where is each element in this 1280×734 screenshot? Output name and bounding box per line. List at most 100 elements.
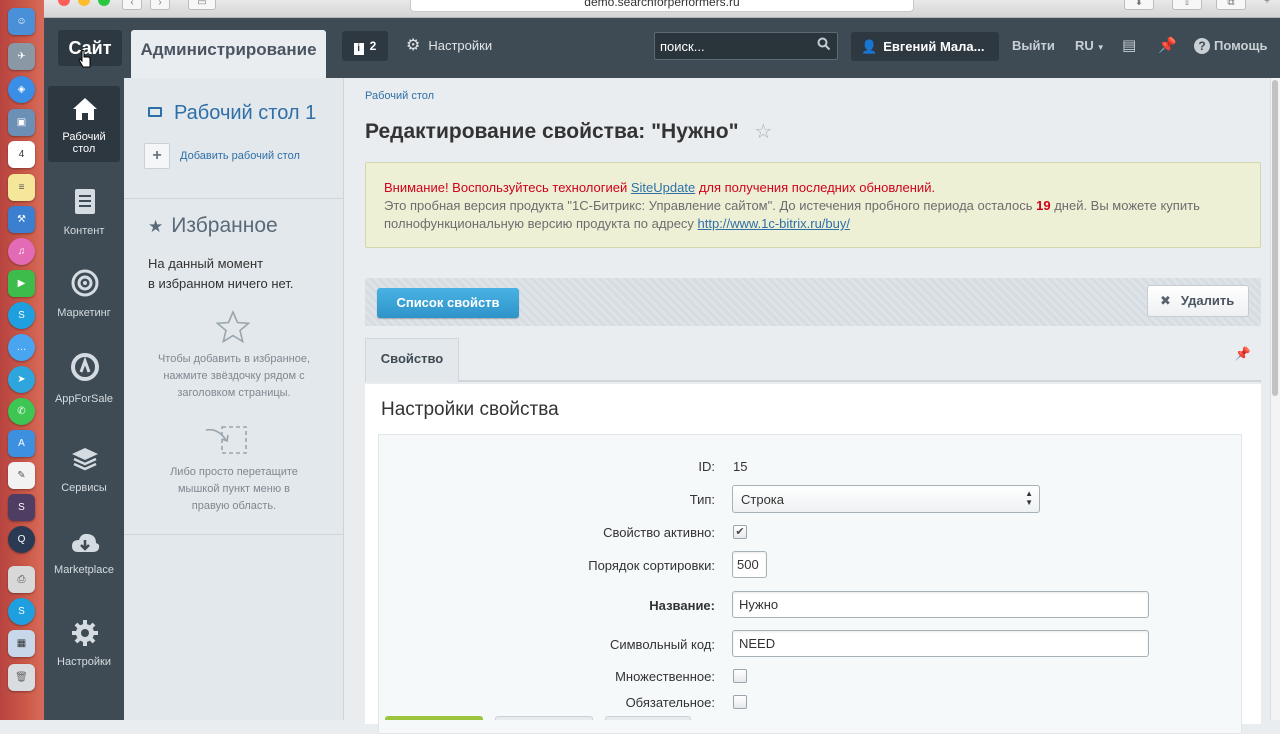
sort-label: Порядок сортировки:	[588, 558, 715, 573]
menu-item-label: Контент	[63, 225, 105, 237]
property-list-button[interactable]: Список свойств	[377, 288, 519, 318]
menu-item-content[interactable]: Контент	[48, 182, 120, 260]
language-value: RU	[1075, 38, 1094, 53]
buy-link[interactable]: http://www.1c-bitrix.ru/buy/	[698, 216, 850, 231]
preview-icon[interactable]: ▣	[8, 109, 35, 136]
user-name: Евгений Мала...	[883, 39, 985, 54]
sidebar-toggle-button[interactable]: ▭	[188, 0, 216, 10]
telegram-icon[interactable]: ➤	[8, 366, 35, 393]
active-label: Свойство активно:	[603, 525, 715, 540]
favorites-title: Избранное	[171, 214, 278, 237]
page-title-text: Редактирование свойства: "Нужно"	[365, 120, 739, 143]
required-label: Обязательное:	[625, 695, 715, 710]
desktop-view-icon[interactable]: ▤	[1122, 31, 1136, 61]
cloud-download-icon	[72, 533, 100, 552]
pin-icon[interactable]: 📌	[1158, 31, 1177, 61]
chevron-down-icon: ▼	[1096, 43, 1105, 52]
required-checkbox[interactable]	[733, 695, 747, 709]
menu-item-marketing[interactable]: Маркетинг	[48, 264, 120, 342]
new-tab-button[interactable]: +	[1260, 0, 1274, 10]
address-bar[interactable]: demo.searchforperformers.ru	[410, 0, 914, 12]
pin-tabs-icon[interactable]: 📌	[1235, 346, 1251, 362]
safari-icon[interactable]: ◈	[8, 76, 35, 103]
close-window-icon[interactable]	[58, 0, 70, 6]
notifications-button[interactable]: i2	[342, 31, 388, 61]
menu-item-settings[interactable]: Настройки	[48, 616, 120, 694]
notes-icon[interactable]: ≡	[8, 174, 35, 201]
printer-icon[interactable]: ⎙	[8, 566, 35, 593]
alert-text: для получения последних обновлений.	[695, 180, 936, 195]
menu-item-label: Рабочий стол	[62, 131, 106, 155]
share-button[interactable]: ⇧	[1172, 0, 1202, 10]
mouse-cursor-icon	[78, 50, 91, 68]
messages-icon[interactable]: …	[8, 334, 35, 361]
cancel-button[interactable]	[605, 716, 691, 720]
apply-button[interactable]	[495, 716, 593, 720]
active-checkbox[interactable]: ✔	[733, 525, 747, 539]
favorites-empty-text: На данный момент в избранном ничего нет.	[148, 254, 293, 294]
launchpad-icon[interactable]: ✈	[8, 43, 35, 70]
code-input[interactable]	[732, 630, 1149, 657]
whatsapp-icon[interactable]: ✆	[8, 398, 35, 425]
name-input[interactable]	[732, 591, 1149, 618]
itunes-icon[interactable]: ♫	[8, 238, 35, 265]
id-label: ID:	[698, 459, 715, 474]
photos-icon[interactable]: ▦	[8, 630, 35, 657]
hint-line: Чтобы добавить в избранное,	[157, 353, 311, 365]
siteupdate-link[interactable]: SiteUpdate	[631, 180, 695, 195]
add-desktop-button[interactable]: +	[144, 143, 170, 169]
close-icon: ✖	[1160, 293, 1171, 308]
sort-input[interactable]	[732, 551, 767, 578]
star-outline-icon	[216, 310, 250, 344]
skype-icon-2[interactable]: S	[8, 598, 35, 625]
appstore-icon[interactable]: A	[8, 430, 35, 457]
textedit-icon[interactable]: ✎	[8, 462, 35, 489]
desktop-link[interactable]: Рабочий стол 1	[148, 102, 316, 125]
plus-icon: +	[152, 147, 162, 164]
skype-icon[interactable]: S	[8, 302, 35, 329]
language-select[interactable]: RU ▼	[1075, 31, 1105, 61]
facetime-icon[interactable]: ▶	[8, 270, 35, 297]
finder-icon[interactable]: ☺	[8, 8, 35, 35]
type-select[interactable]: Строка ▲ ▼	[732, 485, 1040, 513]
forward-button[interactable]: ›	[150, 0, 170, 10]
calendar-icon[interactable]: 4	[8, 141, 35, 168]
slack-icon[interactable]: S	[8, 494, 35, 521]
menu-item-desktop[interactable]: Рабочий стол	[48, 86, 120, 162]
menu-item-appforsale[interactable]: AppForSale	[48, 350, 120, 428]
tab-property[interactable]: Свойство	[365, 338, 459, 382]
add-desktop-link[interactable]: Добавить рабочий стол	[180, 150, 300, 162]
xcode-icon[interactable]: ⚒	[8, 206, 35, 233]
back-button[interactable]: ‹	[122, 0, 142, 10]
user-menu-button[interactable]: 👤 Евгений Мала...	[851, 32, 999, 61]
form-title: Настройки свойства	[381, 399, 559, 420]
breadcrumb[interactable]: Рабочий стол	[365, 90, 434, 102]
tabs-button[interactable]: ⧉	[1216, 0, 1246, 10]
favorites-header: ★ Избранное	[148, 214, 278, 238]
multiple-checkbox[interactable]	[733, 669, 747, 683]
menu-item-services[interactable]: Сервисы	[48, 440, 120, 518]
search-input[interactable]	[655, 33, 805, 59]
quicktime-icon[interactable]: Q	[8, 526, 35, 553]
appforsale-icon	[71, 353, 99, 381]
empty-line: На данный момент	[148, 256, 264, 271]
delete-button[interactable]: ✖ Удалить	[1147, 285, 1249, 317]
minimize-window-icon[interactable]	[78, 0, 90, 6]
divider	[124, 534, 343, 535]
menu-item-marketplace[interactable]: Marketplace	[48, 524, 120, 602]
save-button[interactable]	[385, 716, 483, 720]
trash-icon[interactable]: 🗑	[8, 664, 35, 691]
zoom-window-icon[interactable]	[98, 0, 110, 6]
add-favorite-star-icon[interactable]: ☆	[754, 121, 772, 143]
help-link[interactable]: ? Помощь	[1194, 31, 1267, 61]
scrollbar-thumb[interactable]	[1272, 80, 1278, 396]
search-field[interactable]	[654, 32, 838, 60]
alert-text: полнофункциональную версию продукта по а…	[384, 216, 698, 231]
downloads-button[interactable]: ⬇	[1124, 0, 1154, 10]
settings-link[interactable]: ⚙ Настройки	[406, 31, 492, 61]
logout-link[interactable]: Выйти	[1012, 31, 1055, 61]
menu-item-label: AppForSale	[54, 393, 114, 405]
property-form: Настройки свойства ID: 15 Тип: Строка ▲ ▼…	[365, 384, 1261, 734]
search-icon[interactable]	[817, 37, 831, 54]
admin-tab[interactable]: Администрирование	[131, 30, 326, 78]
